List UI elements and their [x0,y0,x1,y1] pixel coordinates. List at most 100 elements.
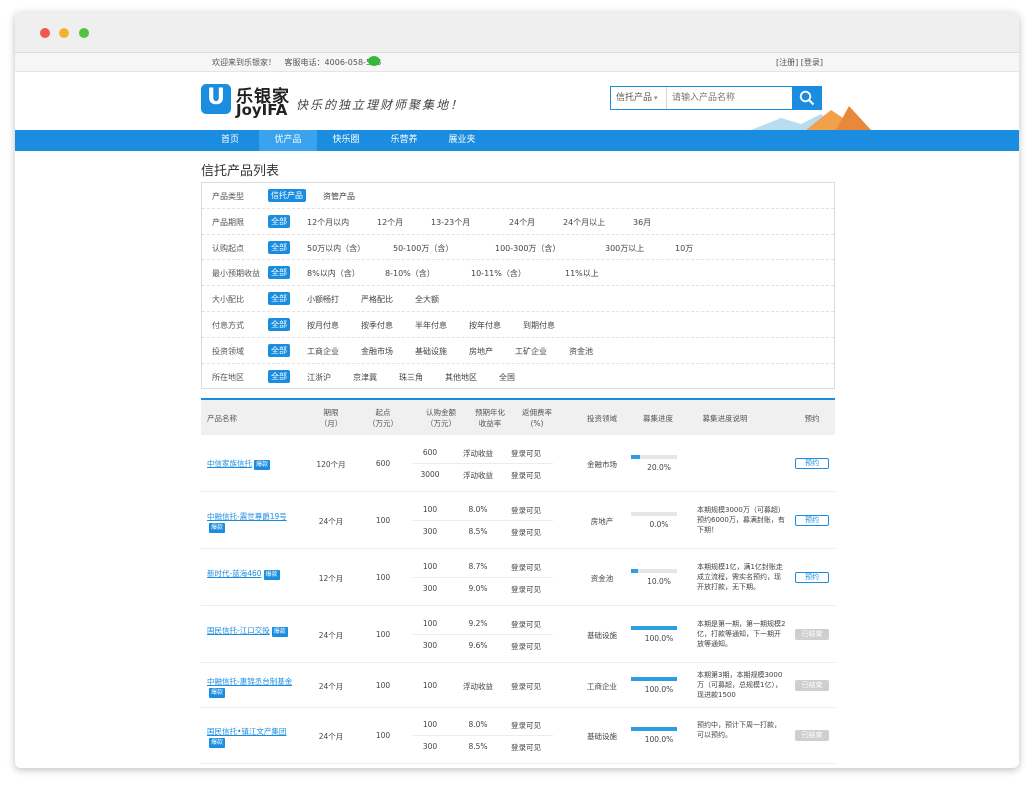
filter-option[interactable]: 24个月 [509,217,535,228]
filter-option[interactable]: 全部 [268,214,290,228]
filter-panel: 产品类型 信托产品 资管产品 产品期限 全部 12个月以内 12个月 13-23个月 24个月 2… [201,182,835,389]
filter-option[interactable]: 10-11%（含） [471,268,526,279]
minimize-window-button[interactable] [59,28,69,38]
filter-option[interactable]: 8-10%（含） [385,268,435,279]
page-title: 信托产品列表 [201,164,280,179]
table-row: 新时代-蓝海460 爆款 12个月 100 100 8.7% 登录可见 300 9.0% 登录可见… [201,549,835,606]
progress-bar [631,511,677,516]
filter-option[interactable]: 工矿企业 [515,346,547,357]
subscription-tier: 100 8.0% 登录可见 [413,499,553,521]
filter-option[interactable]: 13-23个月 [431,217,470,228]
invest-field-cell: 房地产 [590,516,614,526]
filter-row: 所在地区 全部 江浙沪 京津冀 珠三角 其他地区 全国 [202,364,834,390]
product-name: 新时代-蓝海460 [207,568,262,578]
term-cell: 24个月 [318,630,344,640]
login-link[interactable]: [登录] [801,58,823,67]
filter-option[interactable]: 基础设施 [415,346,447,357]
filter-option[interactable]: 按月付息 [307,320,339,331]
filter-option[interactable]: 全部 [268,292,290,306]
product-name-link[interactable]: 国民信托-江口交投 爆款 [207,626,303,637]
filter-option[interactable]: 全部 [268,317,290,331]
product-name-link[interactable]: 国民信托•镇江文产集团爆款 [207,727,303,748]
product-name: 国民信托-江口交投 [207,625,270,635]
nav-item-products[interactable]: 优产品 [259,130,317,151]
filter-option[interactable]: 按年付息 [469,320,501,331]
filter-option[interactable]: 京津冀 [353,372,377,383]
close-window-button[interactable] [40,28,50,38]
column-header: 起点 （万元） [368,408,398,428]
wechat-icon[interactable] [368,56,380,66]
filter-label: 所在地区 [212,372,244,382]
reserve-button[interactable]: 预约 [795,514,829,526]
subscription-tier: 300 9.0% 登录可见 [413,578,553,600]
filter-option[interactable]: 24个月以上 [563,217,605,228]
filter-option[interactable]: 工商企业 [307,346,339,357]
filter-label: 认购起点 [212,243,244,253]
nav-item-circle[interactable]: 快乐圈 [317,130,375,151]
filter-option[interactable]: 其他地区 [445,372,477,383]
filter-option[interactable]: 资管产品 [323,191,355,202]
search-category-select[interactable]: 信托产品 ▾ [611,87,667,109]
tier-yield: 9.2% [468,618,488,628]
filter-option[interactable]: 8%以内（含） [307,268,360,279]
filter-option[interactable]: 10万 [675,243,693,254]
progress-percent: 20.0% [647,462,671,472]
filter-label: 付息方式 [212,320,244,330]
progress-percent: 100.0% [644,684,674,694]
tier-fee: 登录可见 [511,505,541,515]
column-header: 产品名称 [207,414,237,423]
filter-option[interactable]: 全部 [268,343,290,357]
tier-yield: 9.0% [468,583,488,593]
nav-item-folder[interactable]: 展业夹 [433,130,491,151]
progress-percent: 0.0% [649,519,669,529]
product-name-link[interactable]: 新时代-蓝海460 爆款 [207,569,303,580]
filter-option[interactable]: 100-300万（含） [495,243,560,254]
reserve-button[interactable]: 预约 [795,571,829,583]
term-cell: 24个月 [318,681,344,691]
search-icon [799,90,815,106]
filter-option[interactable]: 按季付息 [361,320,393,331]
filter-option[interactable]: 小额畅打 [307,294,339,305]
filter-option[interactable]: 12个月以内 [307,217,349,228]
progress-fill [631,568,638,573]
logo-text-en[interactable]: JoyIFA [236,101,287,119]
table-row: 中融信托-震世尊爵19号爆款 24个月 100 100 8.0% 登录可见 300 8.5% 登… [201,492,835,549]
subscription-tier: 100 8.7% 登录可见 [413,556,553,578]
tier-fee: 登录可见 [511,641,541,651]
subscription-tier: 100 9.2% 登录可见 [413,613,553,635]
filter-option[interactable]: 36月 [633,217,651,228]
filter-option[interactable]: 珠三角 [399,372,423,383]
filter-option[interactable]: 全部 [268,240,290,254]
product-name-link[interactable]: 中信家族信托 爆款 [207,459,303,470]
reserve-button[interactable]: 预约 [795,457,829,469]
maximize-window-button[interactable] [79,28,89,38]
progress-percent: 100.0% [644,735,674,744]
term-cell: 12个月 [318,573,344,583]
logo-icon[interactable]: U [201,84,231,114]
filter-option[interactable]: 严格配比 [361,294,393,305]
filter-option[interactable]: 50-100万（含） [393,243,453,254]
filter-option[interactable]: 全部 [268,369,290,383]
nav-item-nutrition[interactable]: 乐营养 [375,130,433,151]
filter-option[interactable]: 江浙沪 [307,372,331,383]
product-name-link[interactable]: 中融信托-惠锦丞台制基金爆款 [207,677,303,698]
tier-amount: 300 [422,526,438,536]
filter-option[interactable]: 到期付息 [523,320,555,331]
filter-option[interactable]: 50万以内（含） [307,243,365,254]
filter-option[interactable]: 信托产品 [268,189,306,202]
register-link[interactable]: [注册] [776,58,798,67]
filter-option[interactable]: 资金池 [569,346,593,357]
filter-option[interactable]: 12个月 [377,217,403,228]
filter-option[interactable]: 全国 [499,372,515,383]
filter-option[interactable]: 半年付息 [415,320,447,331]
column-header: 预期年化 收益率 [475,408,505,428]
nav-item-home[interactable]: 首页 [201,130,259,151]
filter-option[interactable]: 房地产 [469,346,493,357]
product-name-link[interactable]: 中融信托-震世尊爵19号爆款 [207,512,303,533]
filter-option[interactable]: 金融市场 [361,346,393,357]
filter-option[interactable]: 全大额 [415,294,439,305]
filter-option[interactable]: 300万以上 [605,243,644,254]
start-amount-cell: 100 [375,629,391,639]
filter-option[interactable]: 全部 [268,266,290,280]
filter-option[interactable]: 11%以上 [565,268,599,279]
